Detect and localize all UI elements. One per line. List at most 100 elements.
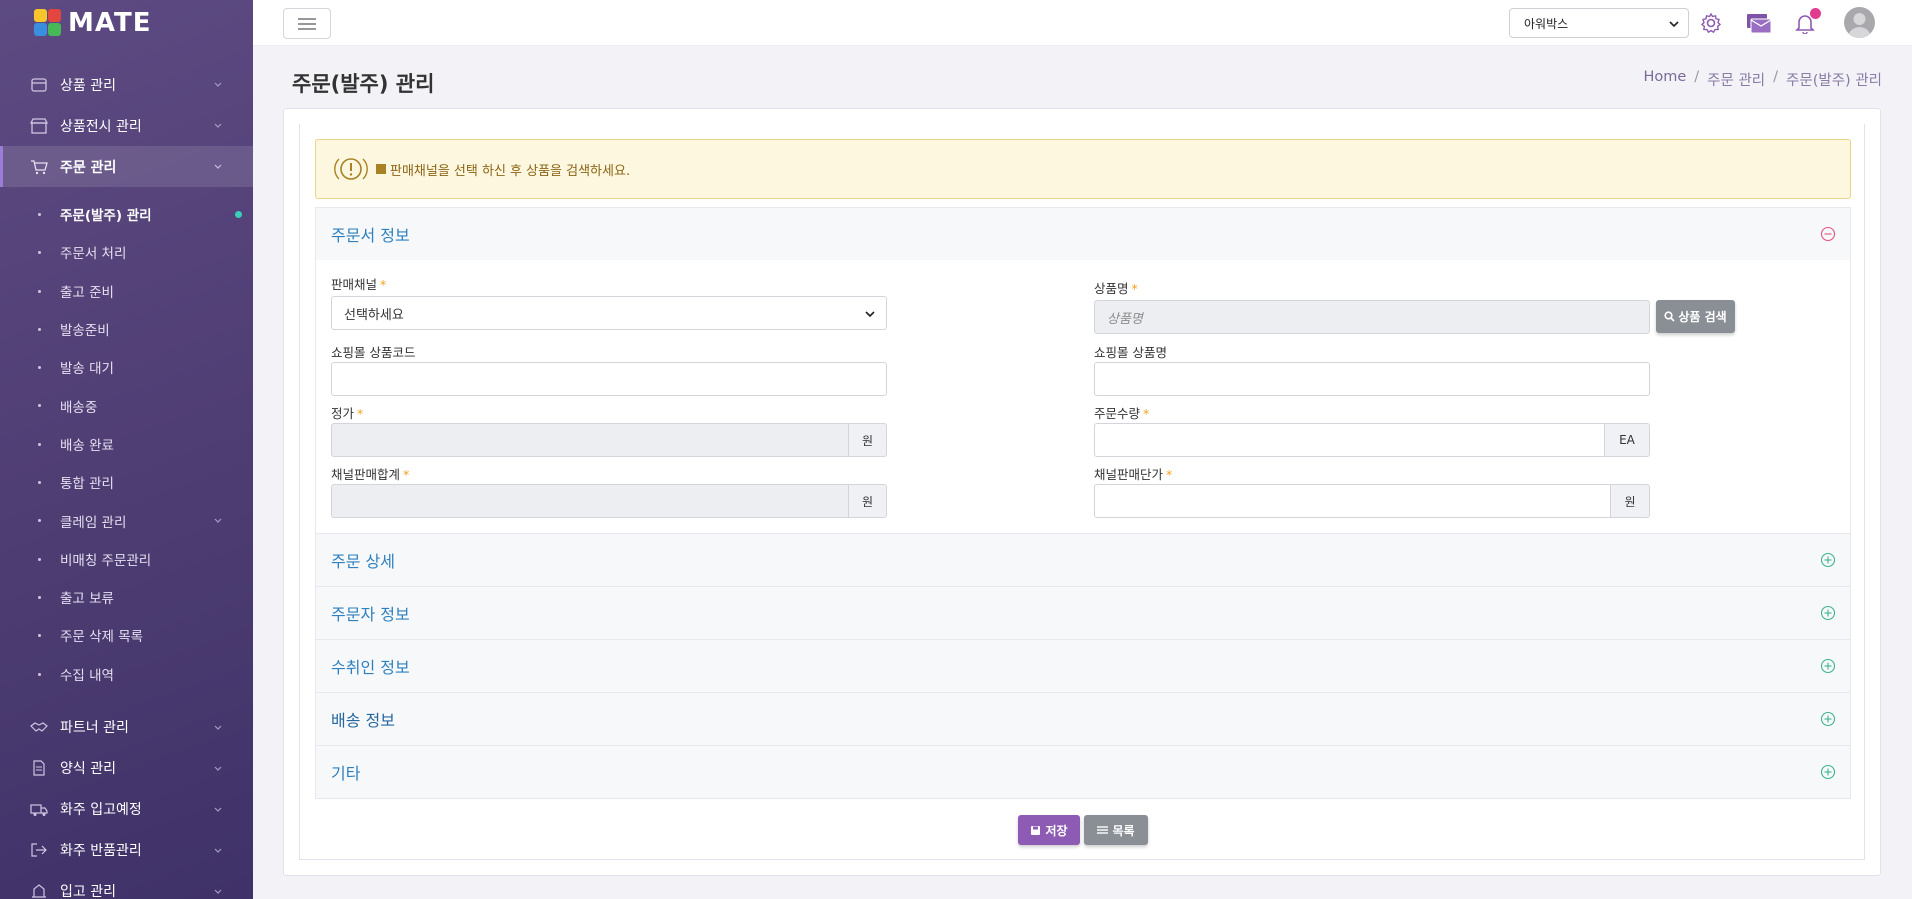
sidebar-item-shipper-inbound[interactable]: 화주 입고예정 (0, 789, 253, 830)
submenu-item-order-processing[interactable]: 주문서 처리 (0, 233, 253, 271)
active-dot (235, 211, 242, 218)
etc-panel: 기타 (315, 745, 1851, 799)
save-icon (1031, 825, 1041, 835)
square-bullet-icon (376, 164, 386, 174)
box-icon (30, 77, 48, 93)
product-name-input[interactable]: 상품명 (1094, 300, 1650, 334)
sidebar-item-label: 화주 반품관리 (60, 843, 142, 860)
chevron-down-icon (214, 725, 222, 730)
inbound-icon (30, 883, 48, 899)
expand-icon[interactable] (1820, 711, 1836, 727)
product-name-label: 상품명 * (1094, 281, 1138, 296)
gear-icon (1700, 12, 1722, 34)
price-input (331, 423, 849, 457)
chevron-down-icon (214, 807, 222, 812)
sidebar-menu: 상품 관리 상품전시 관리 주문 관리 (0, 64, 253, 187)
collapse-icon[interactable] (1820, 226, 1836, 242)
submenu-item-shipping-prep[interactable]: 출고 준비 (0, 272, 253, 310)
submenu-label: 배송 완료 (60, 437, 114, 454)
submenu-label: 발송준비 (60, 323, 110, 340)
panel-title: 배송 정보 (331, 711, 395, 730)
sidebar-item-product[interactable]: 상품 관리 (0, 64, 253, 105)
sidebar-item-forms[interactable]: 양식 관리 (0, 748, 253, 789)
price-unit: 원 (848, 423, 887, 457)
search-icon (1664, 311, 1675, 322)
mall-name-input[interactable] (1094, 362, 1650, 396)
submenu-item-delivered[interactable]: 배송 완료 (0, 425, 253, 463)
expand-icon[interactable] (1820, 658, 1836, 674)
order-detail-panel: 주문 상세 (315, 533, 1851, 587)
shipping-info-header[interactable]: 배송 정보 (316, 693, 1850, 745)
order-detail-header[interactable]: 주문 상세 (316, 534, 1850, 586)
recipient-info-header[interactable]: 수취인 정보 (316, 640, 1850, 692)
submenu-item-dispatch-wait[interactable]: 발송 대기 (0, 348, 253, 386)
channel-select[interactable]: 선택하세요 (331, 296, 887, 330)
messages-button[interactable] (1745, 9, 1773, 37)
submenu-item-dispatch-prep[interactable]: 발송준비 (0, 310, 253, 348)
list-button[interactable]: 목록 (1084, 815, 1148, 845)
breadcrumb-current: 주문(발주) 관리 (1786, 73, 1882, 89)
chevron-down-icon (214, 848, 222, 853)
sidebar-item-order[interactable]: 주문 관리 (0, 146, 253, 187)
chevron-down-icon (865, 311, 875, 318)
panel-title: 수취인 정보 (331, 658, 410, 677)
channel-total-input (331, 484, 849, 518)
quantity-input[interactable] (1094, 423, 1605, 457)
expand-icon[interactable] (1820, 552, 1836, 568)
sidebar-menu-bottom: 파트너 관리 양식 관리 화주 입고예정 화주 반품관리 입고 관리 (0, 707, 253, 899)
notifications-button[interactable] (1791, 8, 1821, 37)
expand-icon[interactable] (1820, 764, 1836, 780)
product-search-button[interactable]: 상품 검색 (1656, 300, 1735, 333)
save-button-label: 저장 (1045, 823, 1068, 838)
submenu-label: 발송 대기 (60, 361, 114, 378)
submenu-item-unmatched[interactable]: 비매칭 주문관리 (0, 540, 253, 578)
order-info-header[interactable]: 주문서 정보 (316, 208, 1850, 260)
submenu-label: 통합 관리 (60, 476, 114, 493)
submenu-item-in-delivery[interactable]: 배송중 (0, 386, 253, 424)
submenu-item-claims[interactable]: 클레임 관리 (0, 501, 253, 539)
company-select[interactable]: 아워박스 (1509, 8, 1689, 38)
sidebar-item-label: 주문 관리 (60, 159, 117, 176)
submenu-item-collection[interactable]: 수집 내역 (0, 655, 253, 693)
alert-text: 판매채널을 선택 하신 후 상품을 검색하세요. (390, 163, 631, 179)
breadcrumb-item[interactable]: 주문 관리 (1707, 69, 1765, 90)
etc-header[interactable]: 기타 (316, 746, 1850, 798)
breadcrumb-home[interactable]: Home (1643, 69, 1686, 90)
submenu-item-order-management[interactable]: 주문(발주) 관리 (0, 195, 253, 233)
top-bar: 아워박스 (253, 0, 1912, 46)
submenu-label: 클레임 관리 (60, 514, 127, 531)
mall-code-input[interactable] (331, 362, 887, 396)
submenu-item-deleted[interactable]: 주문 삭제 목록 (0, 616, 253, 654)
logo[interactable]: MATE (0, 0, 253, 46)
save-button[interactable]: 저장 (1018, 815, 1080, 845)
cart-icon (30, 159, 48, 175)
submenu-item-integrated[interactable]: 통합 관리 (0, 463, 253, 501)
brand-name: MATE (68, 8, 152, 38)
channel-total-label: 채널판매합계 * (331, 467, 410, 482)
page-title: 주문(발주) 관리 (292, 72, 435, 96)
chevron-down-icon (214, 518, 222, 524)
channel-total-unit: 원 (848, 484, 887, 518)
mall-name-label: 쇼핑몰 상품명 (1094, 345, 1167, 360)
sidebar-item-display[interactable]: 상품전시 관리 (0, 105, 253, 146)
channel-select-value: 선택하세요 (344, 307, 404, 323)
expand-icon[interactable] (1820, 605, 1836, 621)
sidebar-item-shipper-return[interactable]: 화주 반품관리 (0, 830, 253, 871)
mall-code-label: 쇼핑몰 상품코드 (331, 345, 416, 360)
avatar[interactable] (1844, 7, 1875, 38)
menu-toggle-button[interactable] (283, 8, 331, 39)
user-icon (1848, 13, 1871, 38)
sidebar-item-label: 상품전시 관리 (60, 118, 142, 135)
channel-unit-price-input[interactable] (1094, 484, 1611, 518)
sidebar-item-label: 화주 입고예정 (60, 802, 142, 819)
orderer-info-header[interactable]: 주문자 정보 (316, 587, 1850, 639)
quantity-unit: EA (1604, 423, 1650, 457)
sidebar-item-inbound[interactable]: 입고 관리 (0, 871, 253, 899)
submenu-item-hold[interactable]: 출고 보류 (0, 578, 253, 616)
sidebar-item-partner[interactable]: 파트너 관리 (0, 707, 253, 748)
chevron-down-icon (214, 889, 222, 894)
settings-button[interactable] (1697, 9, 1725, 37)
list-button-label: 목록 (1112, 823, 1135, 838)
hamburger-icon (298, 17, 316, 30)
chevron-down-icon (1669, 21, 1679, 28)
